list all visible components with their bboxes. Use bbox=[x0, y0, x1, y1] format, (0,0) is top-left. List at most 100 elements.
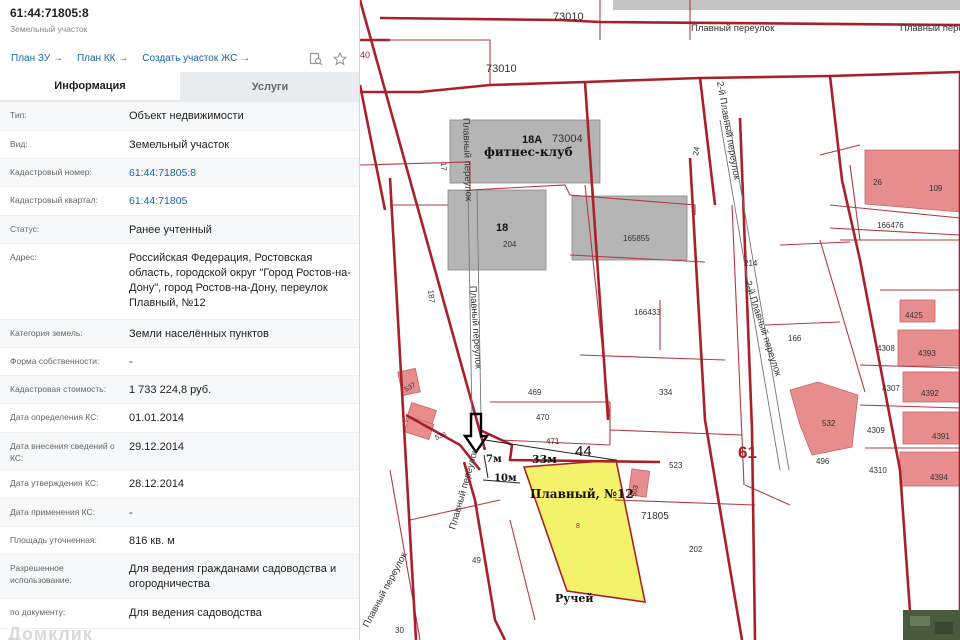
info-row-address: Адрес: Российская Федерация, Ростовская … bbox=[0, 244, 359, 320]
row-value: 01.01.2014 bbox=[129, 412, 185, 424]
quarter-label: 73004 bbox=[552, 133, 583, 145]
info-row-ownership: Форма собственности: - bbox=[0, 348, 359, 376]
info-table: Тип: Объект недвижимости Вид: Земельный … bbox=[0, 102, 359, 629]
dimension-label: 7м bbox=[486, 454, 502, 465]
tab-info[interactable]: Информация bbox=[0, 72, 180, 102]
row-label: Кадастровая стоимость: bbox=[10, 384, 107, 394]
row-label: Дата внесения сведений о КС: bbox=[10, 441, 115, 463]
plot-number: 214 bbox=[744, 259, 758, 268]
plot-number: 4309 bbox=[867, 426, 885, 435]
row-value: 816 кв. м bbox=[129, 535, 175, 547]
row-label: Вид: bbox=[10, 139, 28, 149]
search-document-icon[interactable] bbox=[309, 52, 323, 66]
info-row-area: Площадь уточненная: 816 кв. м bbox=[0, 527, 359, 555]
row-label: Кадастровый квартал: bbox=[10, 195, 98, 205]
row-label: Дата применения КС: bbox=[10, 507, 96, 517]
quarter-label: 73010 bbox=[486, 63, 517, 75]
street-label: Плавный переулок bbox=[691, 23, 775, 34]
plot-number: 4391 bbox=[932, 432, 950, 441]
domclick-watermark: Домклик bbox=[8, 624, 93, 640]
minimap-thumbnail[interactable] bbox=[903, 610, 960, 640]
info-row-permitted-use: Разрешенное использование: Для ведения г… bbox=[0, 555, 359, 599]
plot-number: 109 bbox=[929, 184, 943, 193]
panel-tabs: Информация Услуги bbox=[0, 72, 359, 102]
row-value: Земельный участок bbox=[129, 139, 230, 151]
row-value: Объект недвижимости bbox=[129, 110, 244, 122]
plot-number: 470 bbox=[536, 413, 550, 422]
info-row-cadastral-value: Кадастровая стоимость: 1 733 224,8 руб. bbox=[0, 376, 359, 404]
plan-links: План ЗУ → План КК → Создать участок ЖС → bbox=[11, 53, 250, 64]
quarter-label: 71805 bbox=[641, 511, 669, 522]
plot-number: 165855 bbox=[623, 234, 650, 243]
plot-number: 4394 bbox=[930, 473, 948, 482]
row-value: - bbox=[129, 356, 133, 368]
plot-number: 532 bbox=[822, 419, 836, 428]
row-label: Статус: bbox=[10, 224, 40, 234]
building-number: 18 bbox=[496, 222, 508, 234]
info-row-kind: Вид: Земельный участок bbox=[0, 131, 359, 159]
panel-tools bbox=[309, 51, 348, 66]
building-name: фитнес-клуб bbox=[484, 145, 573, 159]
plan-kk-link[interactable]: План КК → bbox=[77, 53, 128, 64]
plot-number: 202 bbox=[689, 545, 703, 554]
info-row-status: Статус: Ранее учтенный bbox=[0, 216, 359, 244]
row-label: Разрешенное использование: bbox=[10, 563, 72, 585]
info-row-type: Тип: Объект недвижимости bbox=[0, 102, 359, 131]
plot-number: 17 bbox=[439, 162, 448, 172]
cadastral-title: 61:44:71805:8 bbox=[10, 6, 89, 20]
row-value: 29.12.2014 bbox=[129, 441, 185, 453]
row-label: Категория земель: bbox=[10, 328, 83, 338]
plot-number: 40 bbox=[360, 50, 370, 60]
plot-number: 4310 bbox=[869, 466, 887, 475]
row-value: Для ведения садоводства bbox=[129, 607, 262, 619]
plot-number: 4392 bbox=[921, 389, 939, 398]
row-value: 1 733 224,8 руб. bbox=[129, 384, 212, 396]
info-row-ks-approval-date: Дата утверждения КС: 28.12.2014 bbox=[0, 470, 359, 499]
row-value: Для ведения гражданами садоводства и ого… bbox=[129, 563, 337, 590]
row-label: Дата утверждения КС: bbox=[10, 478, 99, 488]
quarter-number: 61 bbox=[738, 443, 757, 462]
row-value: 28.12.2014 bbox=[129, 478, 185, 490]
cadastral-map[interactable]: 73010 73010 73004 Плавный переулок Плавн… bbox=[360, 0, 960, 640]
plot-number: 4393 bbox=[918, 349, 936, 358]
plot-number: 523 bbox=[669, 461, 683, 470]
create-zhs-link[interactable]: Создать участок ЖС → bbox=[142, 53, 250, 64]
street-label: Плавный переулок bbox=[900, 23, 960, 34]
map-canvas: 73010 73010 73004 Плавный переулок Плавн… bbox=[360, 0, 960, 640]
plot-number: 187 bbox=[426, 289, 436, 304]
plot-number: 8 bbox=[576, 523, 580, 530]
row-label: по документу: bbox=[10, 607, 66, 617]
info-row-land-category: Категория земель: Земли населённых пункт… bbox=[0, 320, 359, 348]
plot-number: 334 bbox=[659, 388, 673, 397]
row-label: Кадастровый номер: bbox=[10, 167, 92, 177]
dimension-label: 10м bbox=[494, 473, 517, 484]
plot-number: 471 bbox=[546, 437, 560, 446]
plot-number: 496 bbox=[816, 457, 830, 466]
plot-address-label: Плавный, №12 bbox=[530, 487, 634, 501]
star-icon[interactable] bbox=[332, 51, 348, 66]
plot-number: 204 bbox=[503, 240, 517, 249]
plot-number: 166 bbox=[788, 334, 802, 343]
stream-label: Ручей bbox=[555, 592, 594, 605]
plan-zu-link[interactable]: План ЗУ → bbox=[11, 53, 63, 64]
tab-services[interactable]: Услуги bbox=[180, 72, 359, 102]
info-row-ks-entry-date: Дата внесения сведений о КС: 29.12.2014 bbox=[0, 433, 359, 470]
plot-number: 30 bbox=[395, 626, 404, 635]
row-value: Земли населённых пунктов bbox=[129, 328, 269, 340]
info-row-cadastral-quarter: Кадастровый квартал: 61:44:71805 bbox=[0, 187, 359, 216]
row-label: Площадь уточненная: bbox=[10, 535, 97, 545]
dimension-label: 44 bbox=[575, 443, 592, 460]
plot-number: 166476 bbox=[877, 221, 904, 230]
row-label: Форма собственности: bbox=[10, 356, 100, 366]
row-value: - bbox=[129, 507, 133, 519]
plot-number: 4308 bbox=[877, 344, 895, 353]
info-panel: 61:44:71805:8 Земельный участок План ЗУ … bbox=[0, 0, 360, 640]
object-subtitle: Земельный участок bbox=[10, 24, 88, 34]
info-row-cadastral-number: Кадастровый номер: 61:44:71805:8 bbox=[0, 159, 359, 187]
plot-number: 4307 bbox=[882, 384, 900, 393]
cadastral-number-link[interactable]: 61:44:71805:8 bbox=[129, 166, 354, 181]
plot-number: 469 bbox=[528, 388, 542, 397]
plot-number: 166433 bbox=[634, 308, 661, 317]
cadastral-quarter-link[interactable]: 61:44:71805 bbox=[129, 194, 354, 209]
row-label: Адрес: bbox=[10, 252, 37, 262]
